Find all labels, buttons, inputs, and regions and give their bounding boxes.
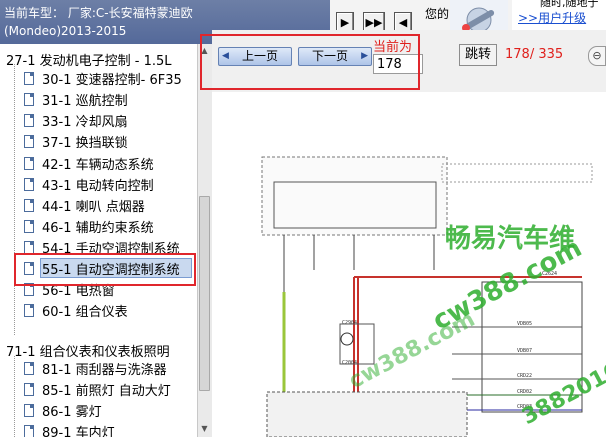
connector-label: VDB05 <box>517 321 532 327</box>
tree-item-label: 60-1 组合仪表 <box>42 304 128 320</box>
tree-section-instrument[interactable]: 71-1 组合仪表和仪表板照明 <box>6 341 170 360</box>
tree-item[interactable]: 81-1 雨刮器与洗涤器 <box>24 359 167 378</box>
tree-item-label: 31-1 巡航控制 <box>42 93 128 109</box>
tree-item[interactable]: 33-1 冷却风扇 <box>24 111 128 130</box>
tree-item-label: 81-1 雨刮器与洗涤器 <box>42 362 167 378</box>
document-icon <box>24 240 34 254</box>
tree-item-label: 37-1 换挡联锁 <box>42 135 128 151</box>
document-icon <box>24 303 34 317</box>
document-icon <box>24 177 34 191</box>
scroll-down-icon[interactable]: ▼ <box>199 424 210 434</box>
tree-item[interactable]: 30-1 变速器控制- 6F35 <box>24 69 182 88</box>
tree-item[interactable]: 85-1 前照灯 自动大灯 <box>24 380 171 399</box>
play-button[interactable]: ▶ <box>336 12 354 32</box>
document-icon <box>24 361 34 375</box>
document-icon <box>24 134 34 148</box>
document-icon <box>24 198 34 212</box>
tree-item[interactable]: 46-1 辅助约束系统 <box>24 217 154 236</box>
jump-button[interactable]: 跳转 <box>459 44 497 66</box>
document-icon <box>24 156 34 170</box>
tree-item[interactable]: 60-1 组合仪表 <box>24 301 128 320</box>
connector-label: VDB07 <box>517 348 532 354</box>
tree-item[interactable]: 86-1 雾灯 <box>24 401 102 420</box>
fast-forward-button[interactable]: ▶▶ <box>363 12 385 32</box>
zoom-icon[interactable]: ⊖ <box>588 46 606 66</box>
tree-item-label: 33-1 冷却风扇 <box>42 114 128 130</box>
connector-label: CRD22 <box>517 373 532 379</box>
highlight-box-nav <box>200 34 420 90</box>
help-text: 您的 <box>425 7 450 21</box>
connector-label: C2904 <box>342 320 357 326</box>
tree-item-label: 30-1 变速器控制- 6F35 <box>42 72 182 88</box>
document-icon <box>24 71 34 85</box>
tree-item-label: 44-1 喇叭 点烟器 <box>42 199 145 215</box>
tree-item-label: 42-1 车辆动态系统 <box>42 157 154 173</box>
tree-item-label: 43-1 电动转向控制 <box>42 178 154 194</box>
document-icon <box>24 424 34 437</box>
tree-item[interactable]: 42-1 车辆动态系统 <box>24 154 154 173</box>
tree-item[interactable]: 37-1 换挡联锁 <box>24 132 128 151</box>
tree-item-label: 86-1 雾灯 <box>42 404 102 420</box>
tree-item[interactable]: 89-1 车内灯 <box>24 422 115 437</box>
tree-item-label: 85-1 前照灯 自动大灯 <box>42 383 171 399</box>
page-count: 178/ 335 <box>505 47 564 62</box>
tree-item-label: 46-1 辅助约束系统 <box>42 220 154 236</box>
tree-guide-line <box>14 356 15 437</box>
car-title-line1: 当前车型： 厂家:C-长安福特蒙迪欧 <box>4 6 193 20</box>
tree-item[interactable]: 44-1 喇叭 点烟器 <box>24 196 145 215</box>
document-icon <box>24 382 34 396</box>
document-icon <box>24 403 34 417</box>
back-button[interactable]: ◀ <box>394 12 412 32</box>
tree-item-label: 89-1 车内灯 <box>42 425 115 437</box>
upgrade-panel: 随时,随地于 >>用户升级 <box>512 0 606 30</box>
document-icon <box>24 92 34 106</box>
tree-section-engine[interactable]: 27-1 发动机电子控制 - 1.5L <box>6 50 172 69</box>
document-icon <box>24 219 34 233</box>
connector-label: CRD02 <box>517 389 532 395</box>
upgrade-link[interactable]: >>用户升级 <box>518 9 586 26</box>
system-tree: 27-1 发动机电子控制 - 1.5L 30-1 变速器控制- 6F35 31-… <box>0 44 198 437</box>
document-icon <box>24 113 34 127</box>
tree-scroll-thumb[interactable] <box>199 196 210 391</box>
highlight-box-selection <box>14 253 196 286</box>
connector-label: C2004 <box>342 360 357 366</box>
tree-item[interactable]: 43-1 电动转向控制 <box>24 175 154 194</box>
tree-guide-line <box>14 64 15 336</box>
tree-item[interactable]: 31-1 巡航控制 <box>24 90 128 109</box>
